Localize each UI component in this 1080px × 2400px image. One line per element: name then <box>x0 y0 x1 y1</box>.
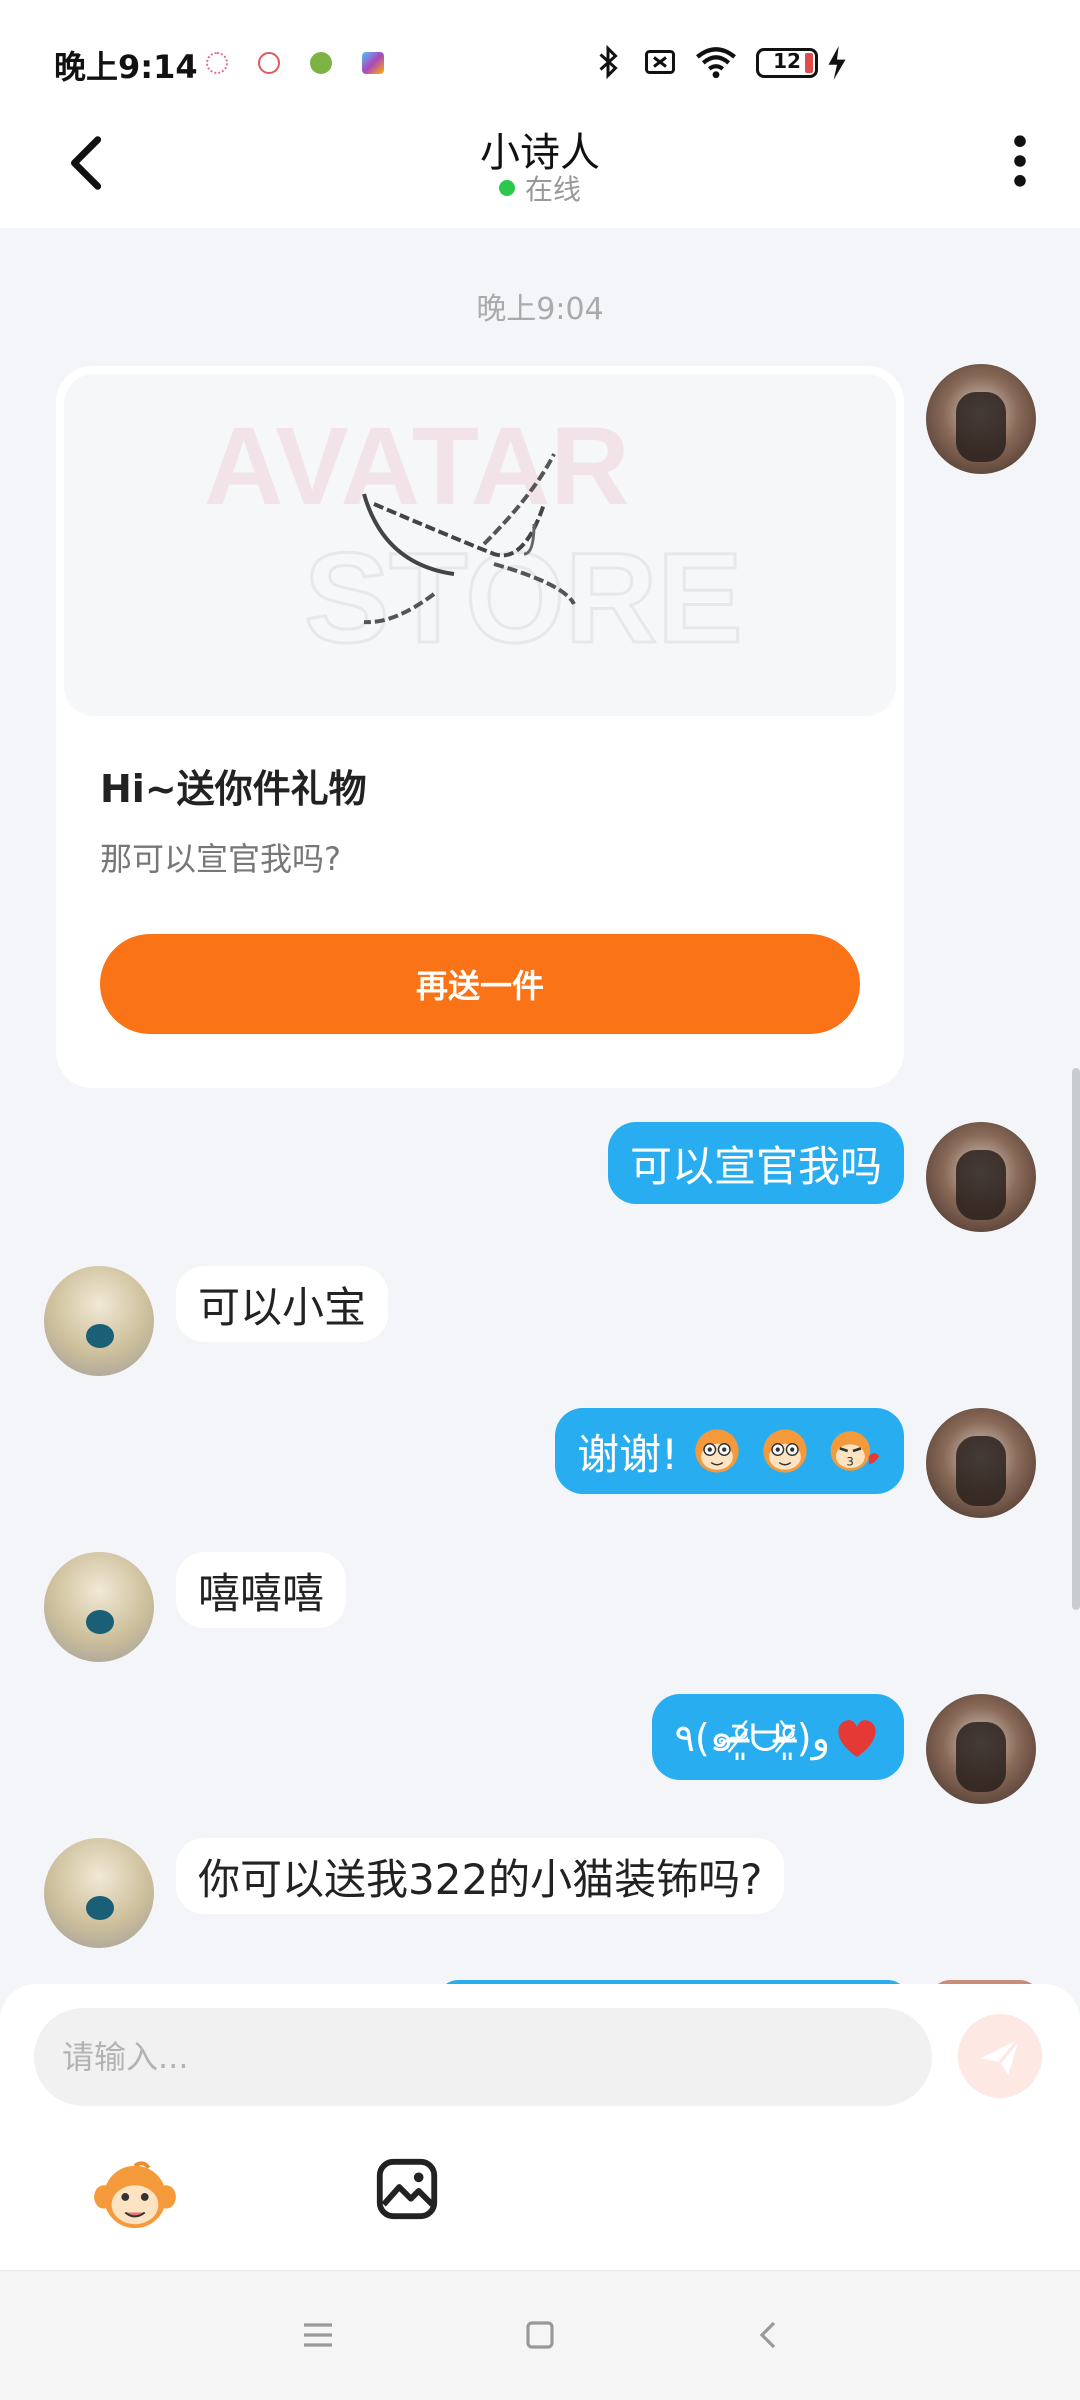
message-timestamp: 晚上9:04 <box>476 292 604 327</box>
red-heart-icon <box>838 1720 876 1757</box>
no-sim-icon <box>645 50 675 74</box>
svg-text:3: 3 <box>846 1455 854 1469</box>
monkey-kiss-emoji-icon: 3 <box>830 1431 880 1471</box>
app-notification-icon <box>206 52 228 74</box>
online-status: 在线 <box>0 168 1080 208</box>
wifi-icon <box>696 47 736 79</box>
app-notification-icon <box>362 52 384 74</box>
message-text: 可以宣官我吗 <box>629 1141 882 1191</box>
message-text: 可以小宝 <box>198 1282 367 1332</box>
gift-image[interactable]: AVATAR STORE <box>64 374 896 716</box>
my-avatar[interactable] <box>926 364 1036 474</box>
contact-avatar[interactable] <box>44 1838 154 1948</box>
online-status-label: 在线 <box>524 173 581 206</box>
message-bubble-sent[interactable]: 可以宣官我吗 <box>607 1122 904 1204</box>
chat-header: 小诗人 在线 <box>0 120 1080 228</box>
emoji-panel-button[interactable] <box>92 2158 178 2232</box>
message-bubble-received[interactable]: 嘻嘻嘻 <box>176 1552 347 1628</box>
my-avatar[interactable] <box>926 1694 1036 1804</box>
message-text: 谢谢! <box>577 1429 678 1479</box>
message-text: 嘻嘻嘻 <box>198 1568 325 1618</box>
gift-card-title: Hi~送你件礼物 <box>100 767 367 811</box>
monkey-emoji-icon <box>763 1429 807 1473</box>
watermark-avatar: AVATAR <box>204 405 630 528</box>
send-paper-plane-icon <box>981 2038 1021 2075</box>
status-bar: 晚上9:14 12 <box>0 0 1080 120</box>
back-nav-button[interactable] <box>748 2315 788 2355</box>
message-bubble-sent[interactable]: 谢谢! 3 <box>555 1408 904 1494</box>
home-nav-button[interactable] <box>520 2315 560 2355</box>
message-input[interactable] <box>34 2008 932 2106</box>
gift-card-subtitle: 那可以宣官我吗? <box>100 840 341 878</box>
online-dot-icon <box>498 180 515 196</box>
app-notification-icon <box>258 52 280 74</box>
my-avatar[interactable] <box>926 1408 1036 1518</box>
chat-scrollbar[interactable] <box>1072 1068 1080 1610</box>
send-button[interactable] <box>958 2014 1042 2098</box>
battery-icon: 12 <box>756 48 818 78</box>
contact-avatar[interactable] <box>44 1266 154 1376</box>
bluetooth-icon <box>599 44 618 80</box>
battery-level: 12 <box>773 49 801 73</box>
composer-panel <box>0 1984 1080 2270</box>
message-bubble-received[interactable]: 你可以送我322的小猫装钸吗? <box>176 1838 785 1914</box>
message-bubble-sent[interactable]: ٩(๑ᵒ̴̶̷͈᷄ᗨᵒ̴̶̷͈᷅)و <box>652 1694 904 1780</box>
watermark-store: STORE <box>304 527 743 670</box>
gift-card[interactable]: AVATAR STORE Hi~送你件礼物 那可以宣官我吗? 再送一件 <box>56 366 904 1088</box>
more-options-button[interactable] <box>1000 128 1040 194</box>
gift-illustration: AVATAR STORE <box>204 405 744 672</box>
message-text: 你可以送我322的小猫装钸吗? <box>198 1854 763 1904</box>
send-another-gift-button[interactable]: 再送一件 <box>100 934 860 1034</box>
app-notification-icon <box>310 52 332 74</box>
menu-nav-button[interactable] <box>298 2315 338 2355</box>
message-text: ٩(๑ᵒ̴̶̷͈᷄ᗨᵒ̴̶̷͈᷅)و <box>674 1715 830 1760</box>
charging-icon <box>828 46 846 80</box>
image-picker-button[interactable] <box>372 2154 442 2224</box>
monkey-emoji-icon <box>695 1429 739 1473</box>
status-time: 晚上9:14 <box>54 48 198 86</box>
system-navigation-bar <box>0 2270 1080 2400</box>
contact-avatar[interactable] <box>44 1552 154 1662</box>
message-bubble-received[interactable]: 可以小宝 <box>176 1266 389 1342</box>
my-avatar[interactable] <box>926 1122 1036 1232</box>
notification-icons <box>206 52 384 74</box>
